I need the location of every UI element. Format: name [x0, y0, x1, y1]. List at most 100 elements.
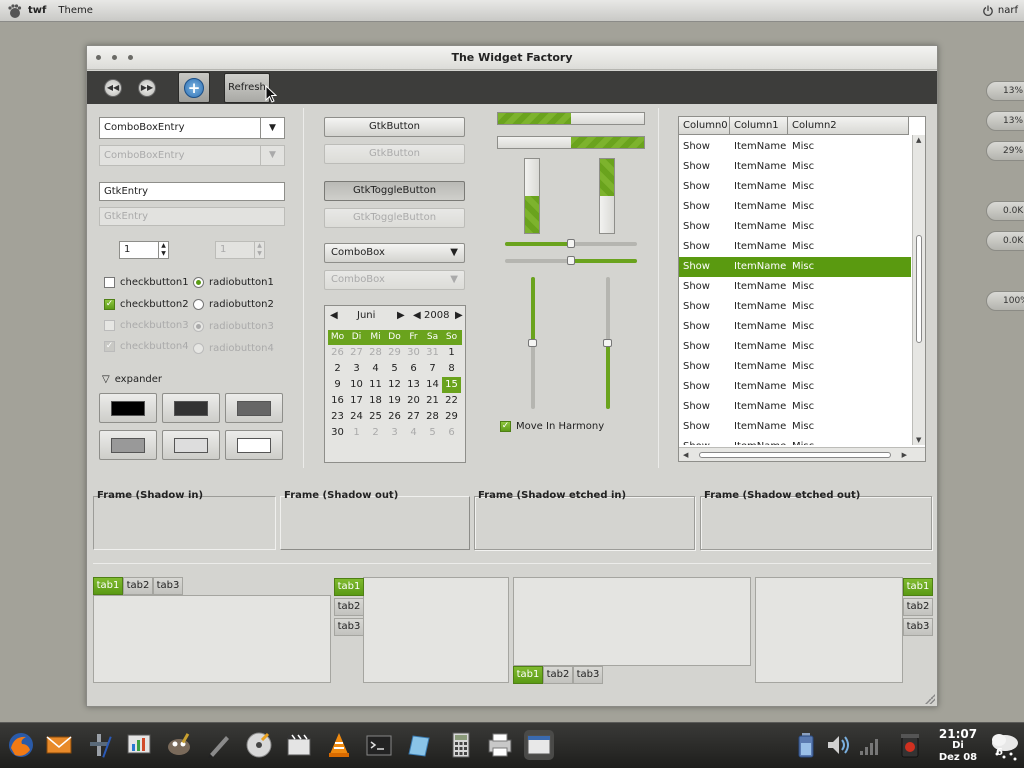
- table-row[interactable]: Show ItemName Misc: [679, 357, 911, 377]
- calendar-day[interactable]: 16: [328, 393, 347, 409]
- chevron-down-icon[interactable]: ▼: [260, 118, 284, 138]
- scale-knob[interactable]: [528, 339, 537, 347]
- color-button-mid-gray[interactable]: [99, 430, 157, 460]
- window-titlebar[interactable]: The Widget Factory: [87, 46, 937, 70]
- combo-box-entry[interactable]: ComboBoxEntry ▼: [99, 117, 285, 139]
- table-row[interactable]: Show ItemName Misc: [679, 137, 911, 157]
- notebook-top-tab1[interactable]: tab1: [93, 577, 123, 595]
- table-row[interactable]: Show ItemName Misc: [679, 177, 911, 197]
- scale-knob[interactable]: [603, 339, 612, 347]
- tools-icon[interactable]: [84, 730, 114, 760]
- theme-menu[interactable]: Theme: [58, 5, 93, 16]
- hscale-bottom[interactable]: [505, 256, 637, 265]
- next-month-icon[interactable]: ▶: [397, 310, 405, 321]
- scroll-left-icon[interactable]: ◀: [683, 451, 688, 459]
- scale-knob[interactable]: [567, 256, 575, 265]
- table-row[interactable]: Show ItemName Misc: [679, 397, 911, 417]
- calendar-day[interactable]: 6: [442, 425, 461, 441]
- radiobutton1[interactable]: radiobutton1: [193, 277, 274, 288]
- notebook-left-tab3[interactable]: tab3: [334, 618, 364, 636]
- notebook-bottom-tab3[interactable]: tab3: [573, 666, 603, 684]
- column2-header[interactable]: Column2: [792, 120, 837, 131]
- calendar-day[interactable]: 29: [385, 345, 404, 361]
- clock[interactable]: 21:07 Di Dez 08: [936, 728, 980, 764]
- scroll-right-icon[interactable]: ▶: [902, 451, 907, 459]
- calendar-day[interactable]: 30: [328, 425, 347, 441]
- calendar-day[interactable]: 5: [423, 425, 442, 441]
- notebook-left-tab1[interactable]: tab1: [334, 578, 364, 596]
- calendar-day[interactable]: 1: [442, 345, 461, 361]
- notebook-bottom-tab1[interactable]: tab1: [513, 666, 543, 684]
- checkbutton1[interactable]: checkbutton1: [104, 277, 189, 288]
- firefox-icon[interactable]: [6, 730, 36, 760]
- color-button-white[interactable]: [225, 430, 283, 460]
- tree-horizontal-scrollbar[interactable]: ◀ ▶: [679, 447, 925, 461]
- window-icon[interactable]: [524, 730, 554, 760]
- scrollbar-thumb[interactable]: [916, 235, 922, 343]
- calendar-day[interactable]: 24: [347, 409, 366, 425]
- calendar-day[interactable]: 2: [328, 361, 347, 377]
- move-in-harmony-check[interactable]: ✓ Move In Harmony: [500, 421, 604, 432]
- calendar-day[interactable]: 5: [385, 361, 404, 377]
- gtk-entry[interactable]: GtkEntry: [99, 182, 285, 201]
- spin-button[interactable]: 1 ▲ ▼: [119, 241, 169, 259]
- fast-forward-button[interactable]: ▶▶: [138, 79, 156, 97]
- calendar-day[interactable]: 30: [404, 345, 423, 361]
- refresh-button[interactable]: Refresh: [224, 73, 270, 103]
- calendar-day[interactable]: 7: [423, 361, 442, 377]
- hscale-top[interactable]: [505, 239, 637, 248]
- table-row[interactable]: Show ItemName Misc: [679, 337, 911, 357]
- calendar-day[interactable]: 12: [385, 377, 404, 393]
- notebook-bottom-tab2[interactable]: tab2: [543, 666, 573, 684]
- calendar-day[interactable]: 8: [442, 361, 461, 377]
- gtk-button[interactable]: GtkButton: [324, 117, 465, 137]
- calendar-day[interactable]: 18: [366, 393, 385, 409]
- gtk-toggle-button[interactable]: GtkToggleButton: [324, 181, 465, 201]
- gimp-icon[interactable]: [164, 730, 194, 760]
- prev-month-icon[interactable]: ◀: [330, 310, 338, 321]
- radiobutton2[interactable]: radiobutton2: [193, 299, 274, 310]
- calendar-day[interactable]: 26: [385, 409, 404, 425]
- calendar-day[interactable]: 23: [328, 409, 347, 425]
- add-button[interactable]: +: [178, 72, 210, 103]
- trash-icon[interactable]: [897, 731, 923, 759]
- table-row[interactable]: Show ItemName Misc: [679, 317, 911, 337]
- checkbutton2[interactable]: ✓ checkbutton2: [104, 299, 189, 310]
- calendar-day[interactable]: 19: [385, 393, 404, 409]
- color-button-black[interactable]: [99, 393, 157, 423]
- notebook-right-tab1[interactable]: tab1: [903, 578, 933, 596]
- calendar-day[interactable]: 1: [347, 425, 366, 441]
- calendar-day[interactable]: 6: [404, 361, 423, 377]
- color-button-gray[interactable]: [225, 393, 283, 423]
- vlc-icon[interactable]: [324, 730, 354, 760]
- calendar-day[interactable]: 21: [423, 393, 442, 409]
- column0-header[interactable]: Column0: [683, 120, 728, 131]
- gnome-foot-icon[interactable]: [6, 3, 22, 19]
- expander[interactable]: ▽ expander: [102, 374, 162, 385]
- color-button-light-gray[interactable]: [162, 430, 220, 460]
- table-row[interactable]: Show ItemName Misc: [679, 257, 911, 277]
- calendar-day[interactable]: 27: [404, 409, 423, 425]
- prev-year-icon[interactable]: ◀: [413, 310, 421, 321]
- calendar-day[interactable]: 29: [442, 409, 461, 425]
- tree-vertical-scrollbar[interactable]: ▲ ▼: [912, 135, 925, 445]
- table-row[interactable]: Show ItemName Misc: [679, 297, 911, 317]
- terminal-icon[interactable]: [364, 730, 394, 760]
- next-year-icon[interactable]: ▶: [455, 310, 463, 321]
- volume-icon[interactable]: [825, 731, 851, 759]
- presentation-icon[interactable]: [124, 730, 154, 760]
- scroll-up-icon[interactable]: ▲: [916, 136, 921, 144]
- calendar-day[interactable]: 28: [423, 409, 442, 425]
- color-button-dark-gray[interactable]: [162, 393, 220, 423]
- video-editor-icon[interactable]: [284, 730, 314, 760]
- tree-view[interactable]: Column0 Column1 Column2 Show ItemName Misc…: [678, 116, 926, 462]
- user-menu[interactable]: narf: [982, 5, 1018, 17]
- calendar-day[interactable]: 2: [366, 425, 385, 441]
- inkscape-icon[interactable]: [204, 730, 234, 760]
- table-row[interactable]: Show ItemName Misc: [679, 237, 911, 257]
- calendar-day[interactable]: 28: [366, 345, 385, 361]
- calendar-day[interactable]: 9: [328, 377, 347, 393]
- calendar-day[interactable]: 25: [366, 409, 385, 425]
- column1-header[interactable]: Column1: [734, 120, 779, 131]
- calendar-day[interactable]: 26: [328, 345, 347, 361]
